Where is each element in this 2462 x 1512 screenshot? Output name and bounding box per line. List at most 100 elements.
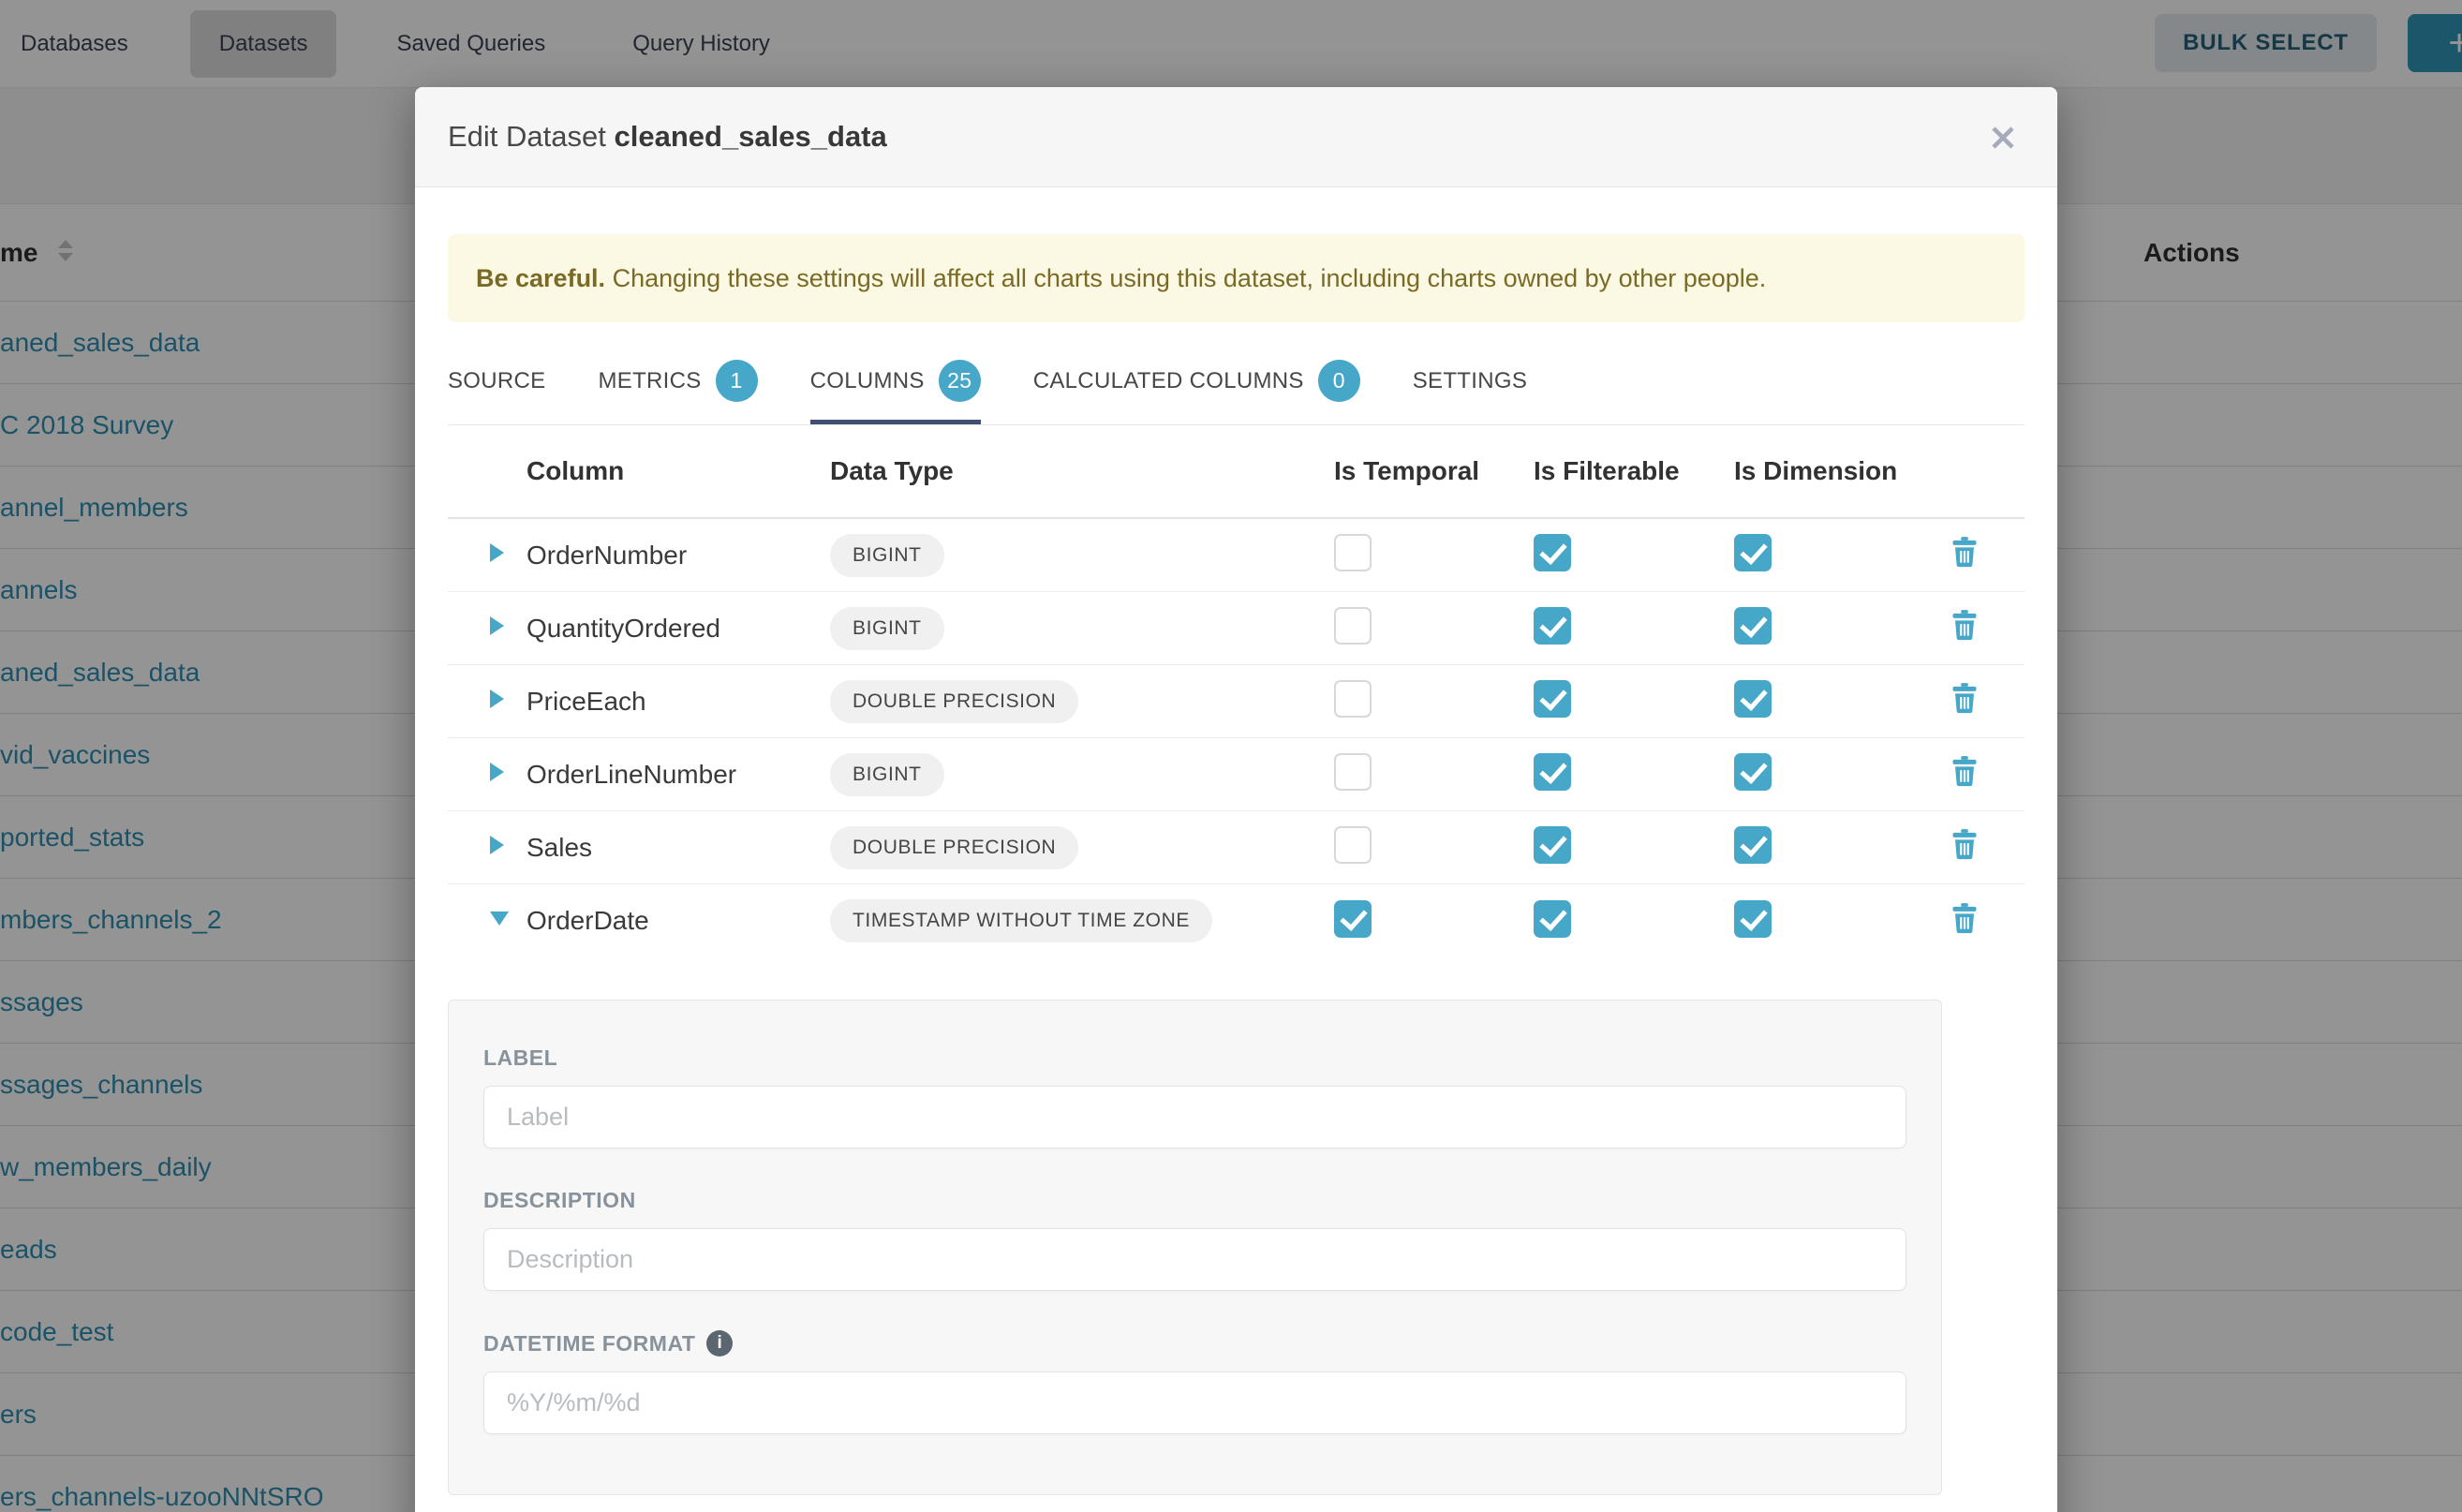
is-dimension-checkbox[interactable] [1734, 826, 1772, 864]
delete-cell [1950, 537, 2024, 573]
is-dimension-checkbox[interactable] [1734, 753, 1772, 791]
expand-cell [448, 543, 527, 567]
delete-cell [1950, 903, 2024, 940]
delete-column-button[interactable] [1950, 537, 1979, 569]
tab-source[interactable]: SOURCE [448, 360, 545, 424]
is-dimension-checkbox[interactable] [1734, 900, 1772, 938]
is-filterable-checkbox[interactable] [1534, 607, 1571, 645]
is-temporal-checkbox[interactable] [1334, 680, 1372, 718]
expand-cell [448, 912, 527, 930]
tab-badge: 0 [1318, 360, 1360, 402]
dimension-cell [1734, 900, 1950, 942]
delete-cell [1950, 756, 2024, 793]
data-type-pill: DOUBLE PRECISION [830, 826, 1078, 869]
data-type-cell: BIGINT [830, 607, 1334, 650]
column-name: PriceEach [527, 687, 830, 717]
caret-right-icon[interactable] [490, 763, 504, 781]
screen: Databases Datasets Saved Queries Query H… [0, 0, 2462, 1512]
is-dimension-checkbox[interactable] [1734, 607, 1772, 645]
column-detail-panel: LABEL DESCRIPTION DATETIME FORMAT i [448, 1000, 1942, 1495]
datetime-format-input[interactable] [483, 1371, 1906, 1434]
filterable-cell [1534, 900, 1734, 942]
data-type-pill: BIGINT [830, 753, 944, 796]
data-type-cell: BIGINT [830, 534, 1334, 577]
description-input[interactable] [483, 1228, 1906, 1291]
label-text: LABEL [483, 1045, 557, 1071]
is-filterable-checkbox[interactable] [1534, 826, 1571, 864]
label-field: LABEL [483, 1045, 1906, 1149]
delete-column-button[interactable] [1950, 829, 1979, 861]
filterable-cell [1534, 753, 1734, 795]
is-temporal-checkbox[interactable] [1334, 534, 1372, 571]
tab-label: COLUMNS [810, 368, 925, 394]
is-dimension-checkbox[interactable] [1734, 534, 1772, 571]
tab-settings[interactable]: SETTINGS [1413, 360, 1527, 424]
is-temporal-checkbox[interactable] [1334, 826, 1372, 864]
dimension-cell [1734, 607, 1950, 649]
tab-metrics[interactable]: METRICS 1 [598, 360, 757, 424]
modal-dataset-name: cleaned_sales_data [615, 120, 887, 153]
modal-tabs: SOURCE METRICS 1 COLUMNS 25 CALCULATED C… [448, 360, 2024, 425]
caret-right-icon[interactable] [490, 543, 504, 562]
columns-table-header: Column Data Type Is Temporal Is Filterab… [448, 425, 2024, 519]
caret-right-icon[interactable] [490, 689, 504, 708]
delete-column-button[interactable] [1950, 756, 1979, 788]
data-type-cell: BIGINT [830, 753, 1334, 796]
delete-column-button[interactable] [1950, 683, 1979, 715]
close-icon [1987, 122, 2019, 154]
tab-label: CALCULATED COLUMNS [1033, 368, 1304, 394]
label-text: DATETIME FORMAT [483, 1331, 695, 1356]
datetime-format-field-label: DATETIME FORMAT i [483, 1330, 1906, 1356]
is-temporal-checkbox[interactable] [1334, 753, 1372, 791]
temporal-cell [1334, 534, 1534, 576]
dimension-cell [1734, 680, 1950, 722]
column-name: OrderDate [527, 906, 830, 936]
is-filterable-checkbox[interactable] [1534, 680, 1571, 718]
is-temporal-checkbox[interactable] [1334, 607, 1372, 645]
temporal-cell [1334, 680, 1534, 722]
column-name: Sales [527, 833, 830, 863]
delete-cell [1950, 829, 2024, 866]
delete-column-button[interactable] [1950, 610, 1979, 642]
dimension-cell [1734, 753, 1950, 795]
column-name: OrderLineNumber [527, 760, 830, 790]
trash-icon [1950, 537, 1979, 569]
data-type-cell: DOUBLE PRECISION [830, 680, 1334, 723]
is-filterable-checkbox[interactable] [1534, 534, 1571, 571]
is-filterable-checkbox[interactable] [1534, 753, 1571, 791]
column-row: OrderNumber BIGINT [448, 519, 2024, 592]
label-input[interactable] [483, 1086, 1906, 1149]
delete-cell [1950, 683, 2024, 719]
expand-cell [448, 616, 527, 640]
modal-body: Be careful. Changing these settings will… [415, 234, 2057, 1495]
trash-icon [1950, 829, 1979, 861]
warning-rest: Changing these settings will affect all … [605, 264, 1766, 292]
column-header: Column [527, 456, 830, 486]
label-text: DESCRIPTION [483, 1188, 636, 1213]
tab-columns[interactable]: COLUMNS 25 [810, 360, 981, 424]
delete-cell [1950, 610, 2024, 646]
temporal-cell [1334, 826, 1534, 868]
warning-banner: Be careful. Changing these settings will… [448, 234, 2024, 322]
modal-title-prefix: Edit Dataset [448, 120, 606, 153]
caret-right-icon[interactable] [490, 616, 504, 635]
is-filterable-checkbox[interactable] [1534, 900, 1571, 938]
tab-label: METRICS [598, 368, 701, 394]
delete-column-button[interactable] [1950, 903, 1979, 935]
is-temporal-header: Is Temporal [1334, 456, 1534, 486]
caret-down-icon[interactable] [490, 912, 509, 926]
filterable-cell [1534, 534, 1734, 576]
info-icon[interactable]: i [706, 1330, 733, 1356]
is-dimension-checkbox[interactable] [1734, 680, 1772, 718]
description-field-label: DESCRIPTION [483, 1188, 1906, 1213]
modal-header: Edit Dataset cleaned_sales_data [415, 87, 2057, 187]
close-button[interactable] [1986, 121, 2020, 155]
caret-right-icon[interactable] [490, 836, 504, 854]
edit-dataset-modal: Edit Dataset cleaned_sales_data Be caref… [415, 87, 2057, 1512]
filterable-cell [1534, 607, 1734, 649]
column-row: OrderLineNumber BIGINT [448, 738, 2024, 811]
data-type-pill: BIGINT [830, 607, 944, 650]
tab-calculated-columns[interactable]: CALCULATED COLUMNS 0 [1033, 360, 1360, 424]
modal-title: Edit Dataset cleaned_sales_data [448, 120, 887, 154]
is-temporal-checkbox[interactable] [1334, 900, 1372, 938]
